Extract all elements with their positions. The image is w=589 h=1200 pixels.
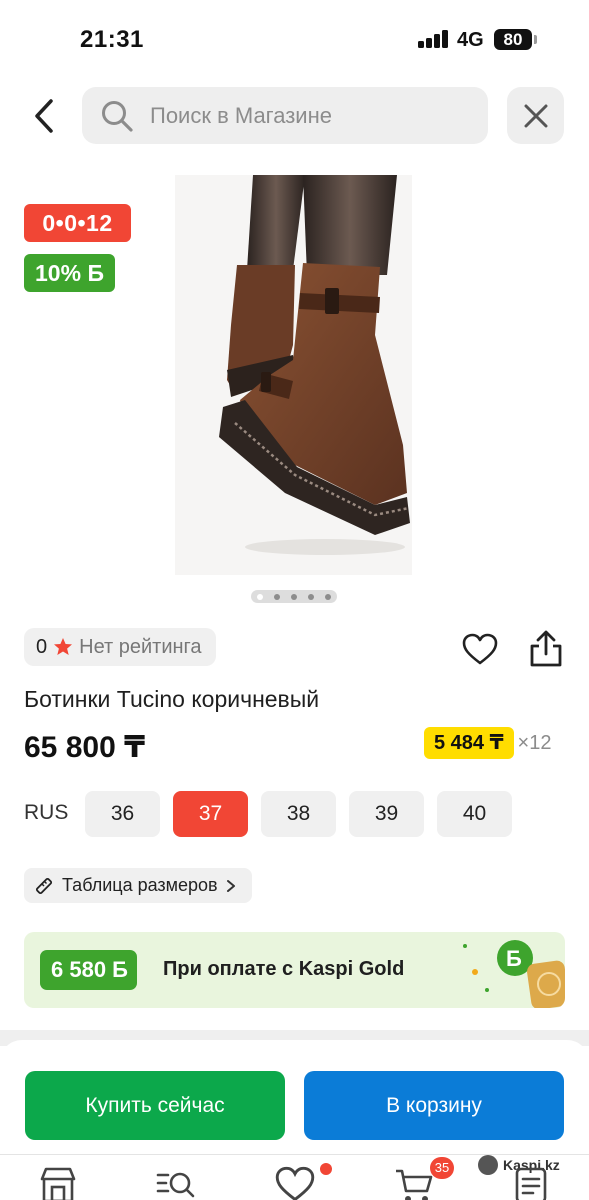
star-icon (54, 638, 73, 655)
close-icon (524, 104, 547, 127)
size-option-37-selected[interactable]: 37 (173, 791, 248, 837)
document-icon (515, 1167, 547, 1200)
pagination-dot[interactable] (308, 593, 314, 600)
ruler-icon (35, 877, 53, 894)
cart-icon (396, 1169, 433, 1200)
nav-orders[interactable] (511, 1165, 551, 1200)
battery-tip (534, 35, 537, 44)
svg-text:Б: Б (506, 946, 522, 971)
nav-shop[interactable] (38, 1165, 78, 1200)
signal-icon (418, 30, 450, 48)
pagination-dot[interactable] (325, 593, 331, 600)
add-to-cart-button[interactable]: В корзину (304, 1071, 564, 1140)
kaspi-gold-text: При оплате с Kaspi Gold (163, 958, 405, 980)
search-bar[interactable] (82, 87, 488, 144)
bonus-badge: 10% Б (24, 254, 115, 292)
kaspi-gold-card-icon: Б (463, 940, 565, 1008)
size-option-38[interactable]: 38 (261, 791, 336, 837)
search-input[interactable] (150, 87, 470, 144)
chevron-left-icon (35, 99, 53, 133)
nav-catalog[interactable] (156, 1165, 196, 1200)
rating-chip[interactable]: 0 Нет рейтинга (24, 628, 216, 666)
search-icon (102, 101, 133, 132)
gallery-pagination[interactable] (251, 590, 337, 603)
size-table-label: Таблица размеров (62, 875, 218, 895)
bottom-navigation: 35 Kaspi.kz (0, 1154, 589, 1200)
heart-icon (462, 633, 498, 665)
rating-count: 0 (36, 635, 48, 658)
buy-now-button[interactable]: Купить сейчас (25, 1071, 285, 1140)
network-type: 4G (457, 29, 484, 51)
product-photo[interactable] (175, 175, 412, 575)
size-table-link[interactable]: Таблица размеров (24, 868, 252, 903)
share-button[interactable] (526, 629, 566, 669)
size-option-39[interactable]: 39 (349, 791, 424, 837)
kaspi-gold-bonus: 6 580 Б (40, 950, 137, 990)
pagination-dot[interactable] (274, 593, 280, 600)
close-button[interactable] (507, 87, 564, 144)
pagination-dot[interactable] (291, 593, 297, 600)
rating-label: Нет рейтинга (79, 635, 202, 658)
status-bar: 21:31 4G 80 (0, 0, 589, 70)
store-icon (40, 1167, 76, 1200)
heart-icon (275, 1166, 315, 1200)
kaspi-gold-banner[interactable]: 6 580 Б При оплате с Kaspi Gold Б (24, 932, 565, 1008)
timer-badge: 0•0•12 (24, 204, 131, 242)
chevron-right-icon (226, 879, 235, 892)
battery-icon: 80 (494, 29, 532, 50)
favorites-notification-dot (320, 1163, 332, 1175)
cart-count-badge: 35 (430, 1157, 454, 1179)
installment-amount: 5 484 ₸ (424, 727, 514, 759)
back-button[interactable] (24, 94, 64, 138)
nav-favorites[interactable] (275, 1165, 315, 1200)
kaspi-logo-icon (478, 1155, 498, 1175)
size-system-label: RUS (24, 801, 69, 824)
product-price: 65 800 ₸ (24, 731, 145, 764)
product-title: Ботинки Tucino коричневый (24, 686, 320, 712)
boot-illustration (219, 175, 410, 555)
installment-info[interactable]: 5 484 ₸ ×12 (424, 727, 551, 759)
status-time: 21:31 (80, 26, 144, 53)
nav-cart[interactable] (394, 1165, 434, 1200)
share-icon (530, 630, 562, 667)
size-option-40[interactable]: 40 (437, 791, 512, 837)
pagination-dot[interactable] (257, 593, 263, 600)
favorite-button[interactable] (462, 632, 498, 668)
size-option-36[interactable]: 36 (85, 791, 160, 837)
catalog-search-icon (156, 1172, 195, 1198)
installment-times: ×12 (517, 731, 552, 754)
